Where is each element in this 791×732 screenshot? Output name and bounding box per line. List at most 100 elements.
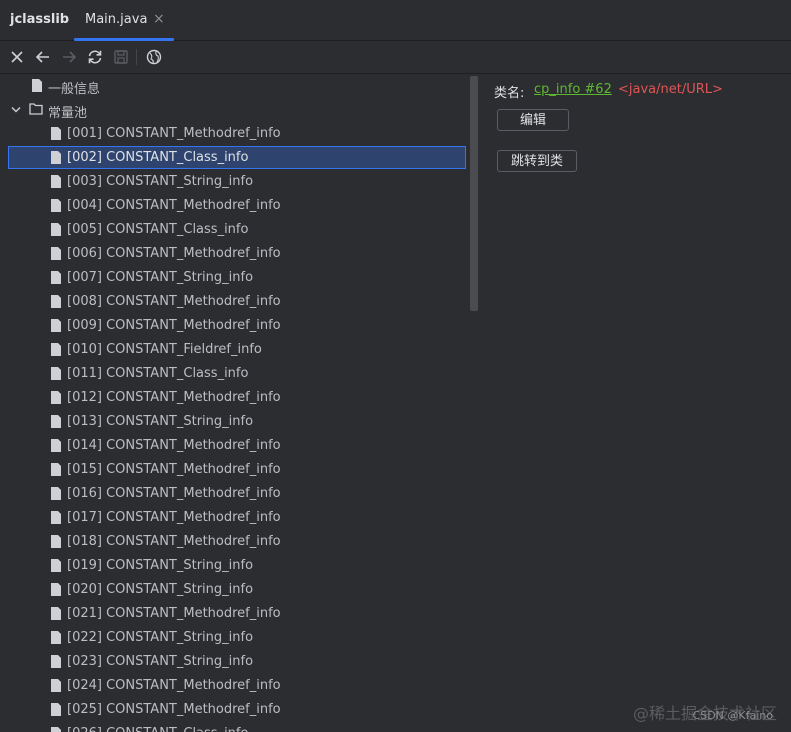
tree-item-label: [004] CONSTANT_Methodref_info <box>67 198 281 213</box>
tree-item-general[interactable]: 一般信息 <box>0 74 470 98</box>
file-icon <box>51 631 61 644</box>
tree-item-constant[interactable]: [005] CONSTANT_Class_info <box>0 218 470 242</box>
file-icon <box>51 415 61 428</box>
tree-item-constant[interactable]: [024] CONSTANT_Methodref_info <box>0 674 470 698</box>
tree-item-label: [001] CONSTANT_Methodref_info <box>67 126 281 141</box>
file-icon <box>51 391 61 404</box>
class-name-value: <java/net/URL> <box>618 82 723 97</box>
tree-item-constant[interactable]: [016] CONSTANT_Methodref_info <box>0 482 470 506</box>
tree-item-constant[interactable]: [026] CONSTANT_Class_info <box>0 722 470 732</box>
tree-item-label: [014] CONSTANT_Methodref_info <box>67 438 281 453</box>
tree-item-label: [011] CONSTANT_Class_info <box>67 366 249 381</box>
tree-item-constant[interactable]: [023] CONSTANT_String_info <box>0 650 470 674</box>
file-icon <box>51 175 61 188</box>
tree-item-label: [021] CONSTANT_Methodref_info <box>67 606 281 621</box>
tree-item-constant[interactable]: [012] CONSTANT_Methodref_info <box>0 386 470 410</box>
tree-item-constant[interactable]: [009] CONSTANT_Methodref_info <box>0 314 470 338</box>
tree-item-constant[interactable]: [011] CONSTANT_Class_info <box>0 362 470 386</box>
toolbar <box>0 41 791 74</box>
tree-item-label: [002] CONSTANT_Class_info <box>67 150 249 165</box>
tab-close-icon[interactable]: × <box>153 11 165 27</box>
tree-item-constant[interactable]: [022] CONSTANT_String_info <box>0 626 470 650</box>
file-icon <box>51 607 61 620</box>
file-icon <box>51 295 61 308</box>
tree-item-label: [025] CONSTANT_Methodref_info <box>67 702 281 717</box>
file-icon <box>51 223 61 236</box>
tree-item-label: [010] CONSTANT_Fieldref_info <box>67 342 262 357</box>
tree-item-label: [013] CONSTANT_String_info <box>67 414 254 429</box>
tree-item-label: [007] CONSTANT_String_info <box>67 270 254 285</box>
tree-item-label: [018] CONSTANT_Methodref_info <box>67 534 281 549</box>
tree-item-label: 常量池 <box>48 106 88 121</box>
tree-item-constant[interactable]: [013] CONSTANT_String_info <box>0 410 470 434</box>
file-icon <box>51 535 61 548</box>
tree-item-label: [015] CONSTANT_Methodref_info <box>67 462 281 477</box>
file-icon <box>51 343 61 356</box>
cp-info-link[interactable]: cp_info #62 <box>534 82 612 97</box>
file-icon <box>51 727 61 732</box>
tree-item-label: [024] CONSTANT_Methodref_info <box>67 678 281 693</box>
tree-item-label: 一般信息 <box>48 82 101 97</box>
file-icon <box>51 487 61 500</box>
tree-item-constant[interactable]: [007] CONSTANT_String_info <box>0 266 470 290</box>
watermark-sub: CSDN @Kfaino <box>692 709 773 722</box>
forward-arrow-icon[interactable] <box>60 48 78 66</box>
tree-item-constant[interactable]: [006] CONSTANT_Methodref_info <box>0 242 470 266</box>
tree-item-constant[interactable]: [003] CONSTANT_String_info <box>0 170 470 194</box>
file-icon <box>51 199 61 212</box>
folder-icon <box>29 103 43 115</box>
file-icon <box>51 319 61 332</box>
edit-button[interactable]: 编辑 <box>497 109 569 131</box>
chevron-down-icon[interactable] <box>11 106 21 114</box>
app-title: jclasslib <box>10 12 70 27</box>
refresh-icon[interactable] <box>86 48 104 66</box>
tree-item-label: [023] CONSTANT_String_info <box>67 654 254 669</box>
back-arrow-icon[interactable] <box>34 48 52 66</box>
tree-item-constant-pool[interactable]: 常量池 <box>0 98 470 122</box>
tree-item-constant[interactable]: [015] CONSTANT_Methodref_info <box>0 458 470 482</box>
file-icon <box>51 655 61 668</box>
file-icon <box>51 679 61 692</box>
tree-item-constant[interactable]: [014] CONSTANT_Methodref_info <box>0 434 470 458</box>
tree-item-label: [026] CONSTANT_Class_info <box>67 726 248 732</box>
tree-item-constant[interactable]: [001] CONSTANT_Methodref_info <box>0 122 470 146</box>
tree-item-label: [022] CONSTANT_String_info <box>67 630 254 645</box>
file-icon <box>51 247 61 260</box>
file-icon <box>51 703 61 716</box>
tree-item-constant[interactable]: [020] CONSTANT_String_info <box>0 578 470 602</box>
constant-pool-tree: 一般信息 常量池 [001] CONSTANT_Methodref_info [0… <box>0 74 470 732</box>
tree-item-label: [009] CONSTANT_Methodref_info <box>67 318 281 333</box>
file-icon <box>32 79 42 92</box>
tree-item-constant[interactable]: [008] CONSTANT_Methodref_info <box>0 290 470 314</box>
file-icon <box>51 367 61 380</box>
tree-item-constant[interactable]: [021] CONSTANT_Methodref_info <box>0 602 470 626</box>
tree-scrollbar[interactable] <box>470 76 478 311</box>
tree-item-label: [005] CONSTANT_Class_info <box>67 222 249 237</box>
tree-item-constant[interactable]: [004] CONSTANT_Methodref_info <box>0 194 470 218</box>
tree-item-label: [012] CONSTANT_Methodref_info <box>67 390 281 405</box>
globe-icon[interactable] <box>145 48 163 66</box>
tree-item-constant[interactable]: [010] CONSTANT_Fieldref_info <box>0 338 470 362</box>
file-icon <box>51 511 61 524</box>
close-icon[interactable] <box>8 48 26 66</box>
tree-item-label: [006] CONSTANT_Methodref_info <box>67 246 281 261</box>
detail-panel: 类名: cp_info #62 <java/net/URL> 编辑 跳转到类 <box>479 74 791 732</box>
tree-item-constant[interactable]: [002] CONSTANT_Class_info <box>0 146 470 170</box>
tree-item-label: [017] CONSTANT_Methodref_info <box>67 510 281 525</box>
file-icon <box>51 583 61 596</box>
file-icon <box>51 151 61 164</box>
tree-item-label: [016] CONSTANT_Methodref_info <box>67 486 281 501</box>
file-icon <box>51 463 61 476</box>
jump-to-class-button[interactable]: 跳转到类 <box>497 150 577 172</box>
file-icon <box>51 559 61 572</box>
file-icon <box>51 127 61 140</box>
tree-item-constant[interactable]: [017] CONSTANT_Methodref_info <box>0 506 470 530</box>
tree-item-constant[interactable]: [025] CONSTANT_Methodref_info <box>0 698 470 722</box>
save-icon[interactable] <box>112 48 130 66</box>
tree-item-constant[interactable]: [018] CONSTANT_Methodref_info <box>0 530 470 554</box>
class-name-label: 类名: <box>494 86 525 101</box>
tree-item-constant[interactable]: [019] CONSTANT_String_info <box>0 554 470 578</box>
file-icon <box>51 271 61 284</box>
toolbar-separator <box>136 49 137 65</box>
tab-main-java[interactable]: Main.java × <box>74 0 174 41</box>
